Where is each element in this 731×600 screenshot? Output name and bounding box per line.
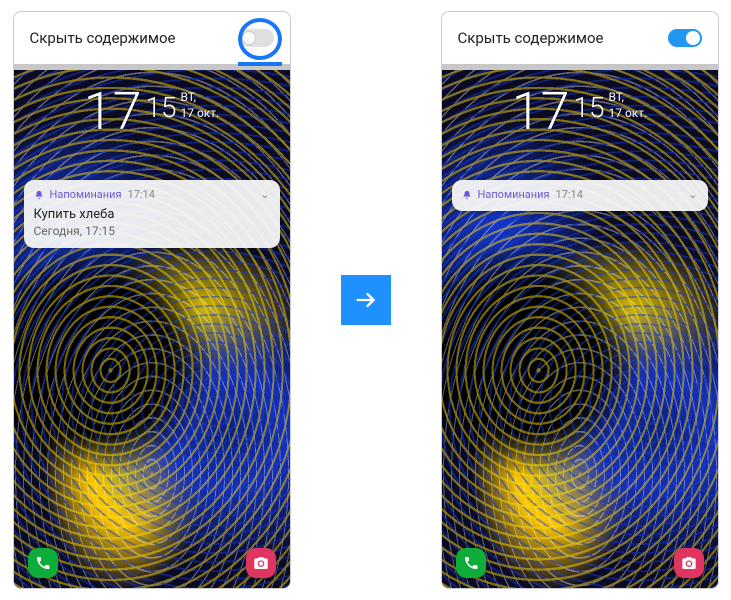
clock-date: 17 окт. <box>180 106 219 122</box>
bell-icon <box>462 190 472 200</box>
chevron-down-icon[interactable]: ⌄ <box>260 188 269 201</box>
phone-left: Скрыть содержимое 17 15 ВТ, 17 окт. <box>13 11 291 589</box>
notification-card[interactable]: Напоминания 17:14 ⌄ Купить хлеба Сегодня… <box>24 180 280 248</box>
clock-dow: ВТ, <box>180 90 219 106</box>
setting-row: Скрыть содержимое <box>442 12 718 64</box>
dock <box>442 548 718 578</box>
clock-mins: 15 <box>573 91 604 124</box>
dock <box>14 548 290 578</box>
clock-mins: 15 <box>145 91 176 124</box>
phone-right: Скрыть содержимое 17 15 ВТ, 17 окт. Напо… <box>441 11 719 589</box>
lock-screen: 17 15 ВТ, 17 окт. Напоминания 17:14 ⌄ Ку… <box>14 70 290 588</box>
phone-shortcut-icon[interactable] <box>28 548 58 578</box>
arrow-right-icon <box>341 275 391 325</box>
notification-title: Купить хлеба <box>34 207 270 222</box>
camera-shortcut-icon[interactable] <box>246 548 276 578</box>
wallpaper <box>442 70 718 588</box>
notification-app: Напоминания <box>50 188 122 201</box>
notification-time: 17:14 <box>556 188 583 201</box>
phone-shortcut-icon[interactable] <box>456 548 486 578</box>
clock: 17 15 ВТ, 17 окт. <box>442 86 718 138</box>
notification-card[interactable]: Напоминания 17:14 ⌄ <box>452 180 708 211</box>
camera-shortcut-icon[interactable] <box>674 548 704 578</box>
notification-time: 17:14 <box>128 188 155 201</box>
clock-dow: ВТ, <box>608 90 647 106</box>
clock-date: 17 окт. <box>608 106 647 122</box>
setting-row: Скрыть содержимое <box>14 12 290 64</box>
chevron-down-icon[interactable]: ⌄ <box>688 188 697 201</box>
hide-content-toggle[interactable] <box>668 29 702 47</box>
clock-hours: 17 <box>84 86 142 138</box>
hide-content-label: Скрыть содержимое <box>458 29 604 47</box>
notification-subtitle: Сегодня, 17:15 <box>34 224 270 238</box>
lock-screen: 17 15 ВТ, 17 окт. Напоминания 17:14 ⌄ <box>442 70 718 588</box>
wallpaper <box>14 70 290 588</box>
hide-content-label: Скрыть содержимое <box>30 29 176 47</box>
bell-icon <box>34 190 44 200</box>
highlight-circle <box>238 18 282 60</box>
clock-hours: 17 <box>512 86 570 138</box>
notification-app: Напоминания <box>478 188 550 201</box>
highlight-underline <box>238 62 282 66</box>
clock: 17 15 ВТ, 17 окт. <box>14 86 290 138</box>
